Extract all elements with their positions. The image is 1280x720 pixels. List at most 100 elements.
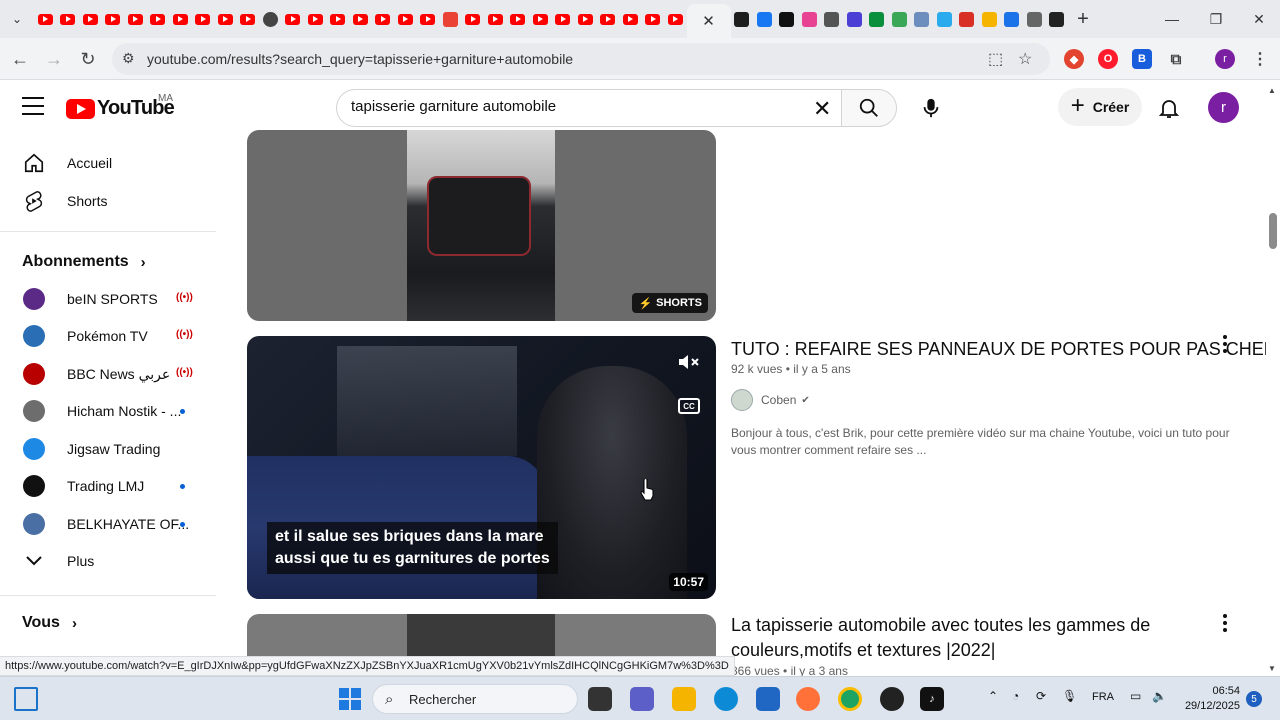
account-avatar[interactable]: r bbox=[1208, 92, 1239, 123]
tab-investing[interactable] bbox=[731, 0, 754, 38]
tab-chatgpt[interactable] bbox=[821, 0, 844, 38]
tab-khan[interactable] bbox=[866, 0, 889, 38]
teams-chat-icon[interactable] bbox=[630, 687, 654, 711]
tab-youtube[interactable] bbox=[372, 0, 395, 38]
maximize-button[interactable]: ❐ bbox=[1194, 0, 1238, 38]
tab-youtube[interactable] bbox=[462, 0, 485, 38]
tab-app[interactable] bbox=[978, 0, 1001, 38]
video-thumbnail-preview[interactable]: CC et il salue ses briques dans la mare … bbox=[247, 336, 716, 599]
tray-chevron-up-icon[interactable]: ⌃ bbox=[988, 689, 998, 703]
tab-app[interactable] bbox=[888, 0, 911, 38]
sidebar-item-shorts[interactable]: Shorts bbox=[12, 182, 212, 220]
active-tab-close-icon[interactable]: ✕ bbox=[686, 4, 731, 38]
volume-icon[interactable]: 🔈 bbox=[1152, 689, 1167, 703]
more-actions-icon[interactable] bbox=[1222, 335, 1228, 353]
forward-arrow-icon[interactable]: → bbox=[41, 46, 67, 72]
back-arrow-icon[interactable]: ← bbox=[7, 46, 33, 72]
tab-youtube[interactable] bbox=[57, 0, 80, 38]
more-actions-icon[interactable] bbox=[1222, 614, 1228, 632]
mute-icon[interactable] bbox=[676, 350, 700, 374]
page-scrollbar[interactable] bbox=[1266, 80, 1280, 676]
tab-youtube[interactable] bbox=[597, 0, 620, 38]
tab-youtube[interactable] bbox=[147, 0, 170, 38]
tab-youtube[interactable] bbox=[484, 0, 507, 38]
tab-favicon[interactable] bbox=[259, 0, 282, 38]
site-settings-icon[interactable]: ⚙ bbox=[122, 50, 135, 67]
tab-youtube[interactable] bbox=[619, 0, 642, 38]
tab-youtube[interactable] bbox=[214, 0, 237, 38]
tab-youtube[interactable] bbox=[124, 0, 147, 38]
channel-name[interactable]: Coben bbox=[761, 393, 796, 407]
chrome-icon[interactable] bbox=[838, 687, 862, 711]
tab-youtube[interactable] bbox=[394, 0, 417, 38]
address-url[interactable]: youtube.com/results?search_query=tapisse… bbox=[147, 51, 573, 67]
tab-app[interactable] bbox=[1001, 0, 1024, 38]
network-icon[interactable]: ▭ bbox=[1130, 689, 1141, 703]
search-input[interactable] bbox=[351, 98, 791, 115]
widgets-icon[interactable] bbox=[14, 687, 38, 711]
subscriptions-header[interactable]: Abonnements › bbox=[22, 253, 146, 271]
tab-youtube[interactable] bbox=[102, 0, 125, 38]
file-explorer-icon[interactable] bbox=[672, 687, 696, 711]
bitwarden-extension-icon[interactable]: B bbox=[1132, 49, 1152, 69]
app-icon[interactable] bbox=[880, 687, 904, 711]
install-app-icon[interactable]: ⬚ bbox=[988, 49, 1003, 69]
taskbar-search[interactable]: ⌕ Rechercher bbox=[372, 684, 578, 714]
tray-microphone-icon[interactable]: 🎙 bbox=[1062, 689, 1077, 703]
tab-youtube[interactable] bbox=[282, 0, 305, 38]
minimize-button[interactable]: — bbox=[1150, 0, 1194, 38]
tab-youtube[interactable] bbox=[417, 0, 440, 38]
new-tab-button[interactable]: + bbox=[1068, 8, 1098, 31]
address-bar[interactable]: ⚙ youtube.com/results?search_query=tapis… bbox=[112, 43, 1050, 75]
menu-hamburger-icon[interactable] bbox=[22, 97, 44, 115]
tab-app[interactable] bbox=[956, 0, 979, 38]
firefox-icon[interactable] bbox=[796, 687, 820, 711]
edge-browser-icon[interactable] bbox=[714, 687, 738, 711]
tab-app[interactable] bbox=[1023, 0, 1046, 38]
tab-youtube[interactable] bbox=[507, 0, 530, 38]
tab-youtube[interactable] bbox=[552, 0, 575, 38]
tab-app[interactable] bbox=[843, 0, 866, 38]
you-header[interactable]: Vous › bbox=[22, 614, 77, 632]
scroll-down-arrow-icon[interactable]: ▼ bbox=[1268, 664, 1276, 673]
tab-youtube[interactable] bbox=[327, 0, 350, 38]
tab-youtube[interactable] bbox=[664, 0, 687, 38]
notifications-bell-icon[interactable] bbox=[1157, 96, 1181, 120]
channel-link[interactable]: Coben ✔ bbox=[731, 389, 810, 411]
reload-icon[interactable]: ↻ bbox=[75, 46, 101, 72]
extensions-puzzle-icon[interactable]: ⧉ bbox=[1166, 49, 1186, 69]
task-view-icon[interactable] bbox=[588, 687, 612, 711]
video-title[interactable]: La tapisserie automobile avec toutes les… bbox=[731, 613, 1150, 663]
bookmark-star-icon[interactable]: ☆ bbox=[1018, 49, 1032, 69]
create-button[interactable]: + Créer bbox=[1058, 88, 1142, 126]
notification-count-badge[interactable]: 5 bbox=[1246, 691, 1262, 707]
subtitles-cc-icon[interactable]: CC bbox=[678, 398, 700, 414]
tab-facebook[interactable] bbox=[753, 0, 776, 38]
tab-tradingview[interactable] bbox=[776, 0, 799, 38]
tab-youtube[interactable] bbox=[574, 0, 597, 38]
sidebar-item-more[interactable]: Plus bbox=[12, 542, 212, 580]
input-language[interactable]: FRA bbox=[1092, 691, 1114, 703]
metamask-extension-icon[interactable]: ◆ bbox=[1064, 49, 1084, 69]
profile-avatar[interactable]: r bbox=[1215, 49, 1235, 69]
tab-youtube[interactable] bbox=[79, 0, 102, 38]
browser-menu-icon[interactable]: ⋮ bbox=[1250, 49, 1270, 69]
sidebar-subscription-item[interactable]: Jigsaw Trading bbox=[12, 430, 212, 468]
tab-youtube[interactable] bbox=[642, 0, 665, 38]
sidebar-item-home[interactable]: Accueil bbox=[12, 144, 212, 182]
tab-gmail[interactable] bbox=[439, 0, 462, 38]
close-window-button[interactable]: ✕ bbox=[1237, 0, 1280, 38]
scrollbar-thumb[interactable] bbox=[1269, 213, 1277, 249]
tab-youtube[interactable] bbox=[304, 0, 327, 38]
opera-extension-icon[interactable]: O bbox=[1098, 49, 1118, 69]
tab-app[interactable] bbox=[1046, 0, 1069, 38]
tab-youtube[interactable] bbox=[529, 0, 552, 38]
clear-search-icon[interactable]: ✕ bbox=[813, 96, 831, 122]
tab-youtube[interactable] bbox=[34, 0, 57, 38]
tiktok-icon[interactable]: ♪ bbox=[920, 687, 944, 711]
tray-app-icon[interactable]: ◔ bbox=[1012, 689, 1019, 703]
shorts-thumbnail[interactable]: ⚡ SHORTS bbox=[247, 130, 716, 321]
taskbar-clock[interactable]: 06:54 29/12/2025 bbox=[1182, 684, 1240, 714]
tab-telegram[interactable] bbox=[933, 0, 956, 38]
tab-youtube[interactable] bbox=[237, 0, 260, 38]
